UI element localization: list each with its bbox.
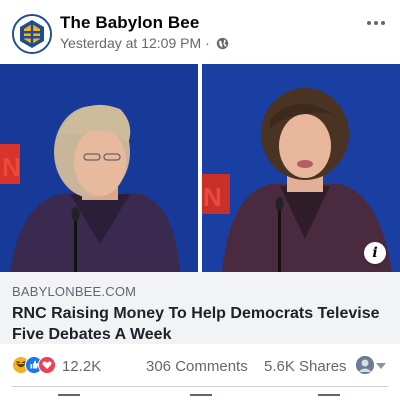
reaction-icons[interactable] xyxy=(12,356,60,376)
shares-count[interactable]: 5.6K Shares xyxy=(264,358,347,375)
dot xyxy=(381,21,385,25)
link-caption[interactable]: BABYLONBEE.COM RNC Raising Money To Help… xyxy=(0,272,400,344)
reaction-count[interactable]: 12.2K xyxy=(62,358,101,375)
post-header: The Babylon Bee Yesterday at 12:09 PM · xyxy=(0,0,400,64)
comments-count[interactable]: 306 Comments xyxy=(146,358,248,375)
page-avatar[interactable] xyxy=(12,14,52,54)
bee-logo-icon xyxy=(14,16,50,52)
link-headline[interactable]: RNC Raising Money To Help Democrats Tele… xyxy=(12,303,388,345)
comment-action-icon[interactable] xyxy=(190,394,212,400)
like-action-icon[interactable] xyxy=(58,394,80,400)
post-meta: Yesterday at 12:09 PM · xyxy=(60,35,229,51)
link-domain: BABYLONBEE.COM xyxy=(12,284,137,299)
share-action-icon[interactable] xyxy=(318,394,340,400)
user-avatar-icon xyxy=(356,356,374,374)
dot xyxy=(367,21,371,25)
engagement-bar: 12.2K 306 Comments 5.6K Shares xyxy=(0,352,400,380)
viewer-avatar[interactable] xyxy=(356,356,374,374)
globe-icon[interactable] xyxy=(216,37,229,50)
svg-text:N: N xyxy=(2,152,21,182)
divider xyxy=(12,386,388,387)
chevron-down-icon[interactable] xyxy=(376,363,386,369)
feed-post: The Babylon Bee Yesterday at 12:09 PM · … xyxy=(0,0,400,400)
info-icon[interactable]: i xyxy=(364,242,386,264)
debate-photo: N N xyxy=(0,64,400,272)
link-preview-image[interactable]: N N i xyxy=(0,64,400,272)
dot xyxy=(374,21,378,25)
more-options-icon[interactable] xyxy=(364,14,388,32)
post-timestamp[interactable]: Yesterday at 12:09 PM xyxy=(60,35,201,51)
love-reaction-icon xyxy=(38,356,56,374)
page-name[interactable]: The Babylon Bee xyxy=(60,13,199,33)
svg-text:N: N xyxy=(203,182,222,212)
meta-separator: · xyxy=(205,35,210,51)
